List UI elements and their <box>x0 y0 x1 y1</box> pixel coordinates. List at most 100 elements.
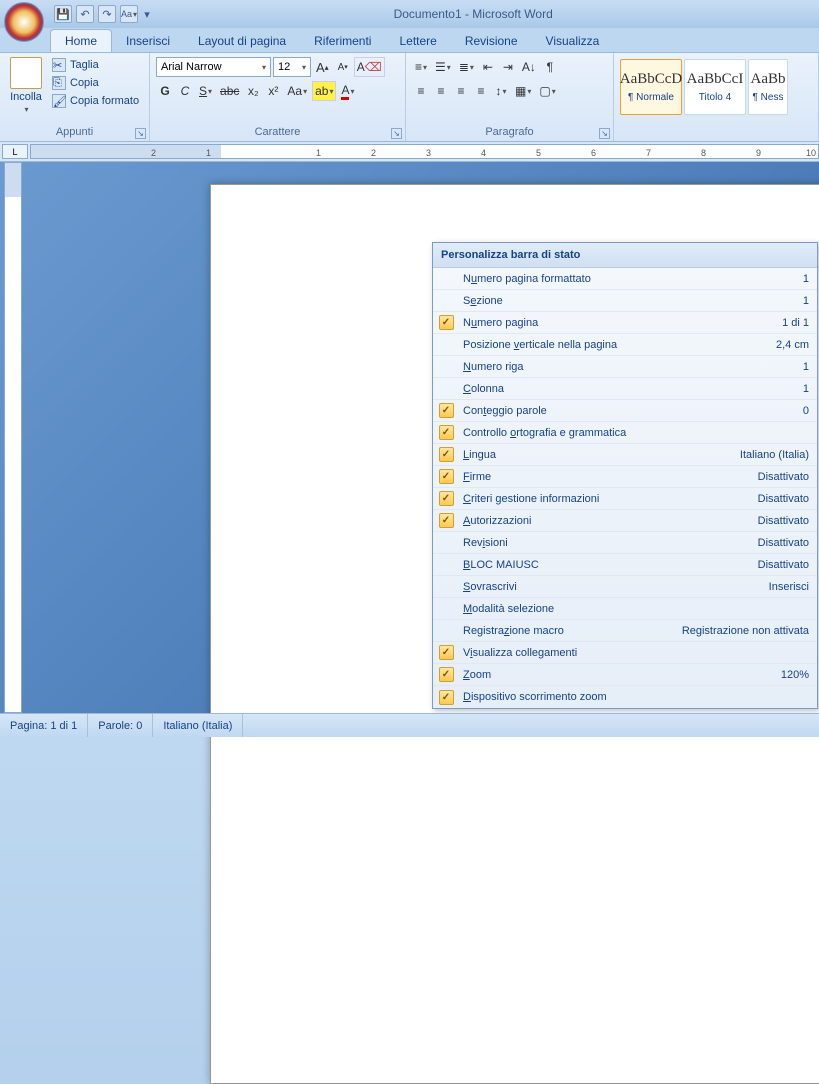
style-ness[interactable]: AaBb ¶ Ness <box>748 59 788 115</box>
ruler-horizontal[interactable]: 2 1 1 2 3 4 5 6 7 8 9 10 <box>30 144 819 159</box>
ctx-item-1[interactable]: Sezione1 <box>433 290 817 312</box>
ctx-item-label: Criteri gestione informazioni <box>459 493 758 505</box>
font-size-combo[interactable]: 12▾ <box>273 57 311 77</box>
ctx-item-2[interactable]: ✓Numero pagina1 di 1 <box>433 312 817 334</box>
format-painter-button[interactable]: 🖌Copia formato <box>50 93 141 109</box>
group-styles: AaBbCcD ¶ Normale AaBbCcI Titolo 4 AaBb … <box>614 53 819 141</box>
tab-layout[interactable]: Layout di pagina <box>184 30 300 52</box>
ctx-item-13[interactable]: BLOC MAIUSCDisattivato <box>433 554 817 576</box>
ctx-item-12[interactable]: RevisioniDisattivato <box>433 532 817 554</box>
cut-button[interactable]: ✂Taglia <box>50 57 141 73</box>
style-normale[interactable]: AaBbCcD ¶ Normale <box>620 59 682 115</box>
clear-formatting-button[interactable]: A⌫ <box>354 57 385 77</box>
undo-icon[interactable]: ↶ <box>76 5 94 23</box>
tab-home[interactable]: Home <box>50 29 112 52</box>
align-right-button[interactable]: ≡ <box>452 81 470 101</box>
quick-access-toolbar: 💾 ↶ ↷ Aa▾ ▾ <box>54 5 152 23</box>
superscript-button[interactable]: x² <box>264 81 282 101</box>
ctx-item-value: Italiano (Italia) <box>740 449 817 461</box>
line-spacing-button[interactable]: ↕▾ <box>492 81 510 101</box>
font-launcher[interactable]: ↘ <box>391 128 402 139</box>
paste-icon <box>10 57 42 89</box>
ctx-item-3[interactable]: Posizione verticale nella pagina2,4 cm <box>433 334 817 356</box>
borders-button[interactable]: ▢▾ <box>536 81 558 101</box>
tab-revisione[interactable]: Revisione <box>451 30 532 52</box>
font-color-button[interactable]: A▾ <box>338 81 357 101</box>
ctx-item-label: Conteggio parole <box>459 405 803 417</box>
change-case-button[interactable]: Aa▾ <box>284 81 310 101</box>
status-page[interactable]: Pagina: 1 di 1 <box>0 714 88 737</box>
ctx-item-value: Inserisci <box>769 581 817 593</box>
tab-lettere[interactable]: Lettere <box>385 30 450 52</box>
show-marks-button[interactable]: ¶ <box>541 57 559 77</box>
indent-button[interactable]: ⇥ <box>499 57 517 77</box>
copy-button[interactable]: ⎘Copia <box>50 75 141 91</box>
ctx-item-14[interactable]: SovrascriviInserisci <box>433 576 817 598</box>
scissors-icon: ✂ <box>52 58 66 72</box>
office-button[interactable] <box>4 2 44 42</box>
ctx-item-label: Numero riga <box>459 361 803 373</box>
dedent-button[interactable]: ⇤ <box>479 57 497 77</box>
align-left-button[interactable]: ≡ <box>412 81 430 101</box>
ctx-item-value: Disattivato <box>758 515 817 527</box>
highlight-button[interactable]: ab▾ <box>312 81 336 101</box>
clipboard-launcher[interactable]: ↘ <box>135 128 146 139</box>
tab-inserisci[interactable]: Inserisci <box>112 30 184 52</box>
ctx-item-value: 120% <box>781 669 817 681</box>
check-icon: ✓ <box>439 403 454 418</box>
status-bar[interactable]: Pagina: 1 di 1 Parole: 0 Italiano (Itali… <box>0 713 819 737</box>
sort-button[interactable]: A↓ <box>519 57 539 77</box>
style-titolo4[interactable]: AaBbCcI Titolo 4 <box>684 59 746 115</box>
shrink-font-button[interactable]: A▾ <box>334 57 352 77</box>
tab-visualizza[interactable]: Visualizza <box>532 30 614 52</box>
ctx-item-value: 2,4 cm <box>776 339 817 351</box>
ruler-vertical[interactable] <box>4 162 22 713</box>
ruler-corner[interactable]: L <box>2 144 28 159</box>
ctx-item-0[interactable]: Numero pagina formattato1 <box>433 268 817 290</box>
font-dialog-icon[interactable]: Aa▾ <box>120 5 138 23</box>
save-icon[interactable]: 💾 <box>54 5 72 23</box>
ctx-item-label: Visualizza collegamenti <box>459 647 809 659</box>
justify-button[interactable]: ≡ <box>472 81 490 101</box>
window-title: Documento1 - Microsoft Word <box>394 7 553 21</box>
ctx-item-4[interactable]: Numero riga1 <box>433 356 817 378</box>
ctx-item-label: Revisioni <box>459 537 758 549</box>
strike-button[interactable]: abc <box>217 81 242 101</box>
redo-icon[interactable]: ↷ <box>98 5 116 23</box>
ctx-item-value: 1 <box>803 383 817 395</box>
ctx-item-label: Autorizzazioni <box>459 515 758 527</box>
grow-font-button[interactable]: A▴ <box>313 57 332 77</box>
ctx-item-16[interactable]: Registrazione macroRegistrazione non att… <box>433 620 817 642</box>
font-name-combo[interactable]: Arial Narrow▾ <box>156 57 271 77</box>
ctx-item-7[interactable]: ✓Controllo ortografia e grammatica <box>433 422 817 444</box>
ctx-item-19[interactable]: ✓Dispositivo scorrimento zoom <box>433 686 817 708</box>
check-icon: ✓ <box>439 645 454 660</box>
paragraph-launcher[interactable]: ↘ <box>599 128 610 139</box>
check-icon: ✓ <box>439 425 454 440</box>
subscript-button[interactable]: x₂ <box>244 81 262 101</box>
ctx-item-15[interactable]: Modalità selezione <box>433 598 817 620</box>
ctx-item-5[interactable]: Colonna1 <box>433 378 817 400</box>
italic-button[interactable]: C <box>176 81 194 101</box>
ctx-item-9[interactable]: ✓FirmeDisattivato <box>433 466 817 488</box>
qat-customize-icon[interactable]: ▾ <box>142 5 152 23</box>
ctx-item-11[interactable]: ✓AutorizzazioniDisattivato <box>433 510 817 532</box>
ctx-item-17[interactable]: ✓ Visualizza collegamenti <box>433 642 817 664</box>
underline-button[interactable]: S▾ <box>196 81 215 101</box>
shading-button[interactable]: ▦▾ <box>512 81 534 101</box>
status-language[interactable]: Italiano (Italia) <box>153 714 243 737</box>
numbering-button[interactable]: ☰▾ <box>432 57 454 77</box>
ctx-item-10[interactable]: ✓Criteri gestione informazioniDisattivat… <box>433 488 817 510</box>
brush-icon: 🖌 <box>52 94 66 108</box>
ctx-item-value: 1 <box>803 295 817 307</box>
ctx-item-8[interactable]: ✓LinguaItaliano (Italia) <box>433 444 817 466</box>
ctx-item-18[interactable]: ✓Zoom120% <box>433 664 817 686</box>
status-words[interactable]: Parole: 0 <box>88 714 153 737</box>
paste-button[interactable]: Incolla ▾ <box>6 57 46 125</box>
multilevel-button[interactable]: ≣▾ <box>456 57 477 77</box>
align-center-button[interactable]: ≡ <box>432 81 450 101</box>
ctx-item-6[interactable]: ✓Conteggio parole0 <box>433 400 817 422</box>
bullets-button[interactable]: ≡▾ <box>412 57 430 77</box>
tab-riferimenti[interactable]: Riferimenti <box>300 30 385 52</box>
bold-button[interactable]: G <box>156 81 174 101</box>
